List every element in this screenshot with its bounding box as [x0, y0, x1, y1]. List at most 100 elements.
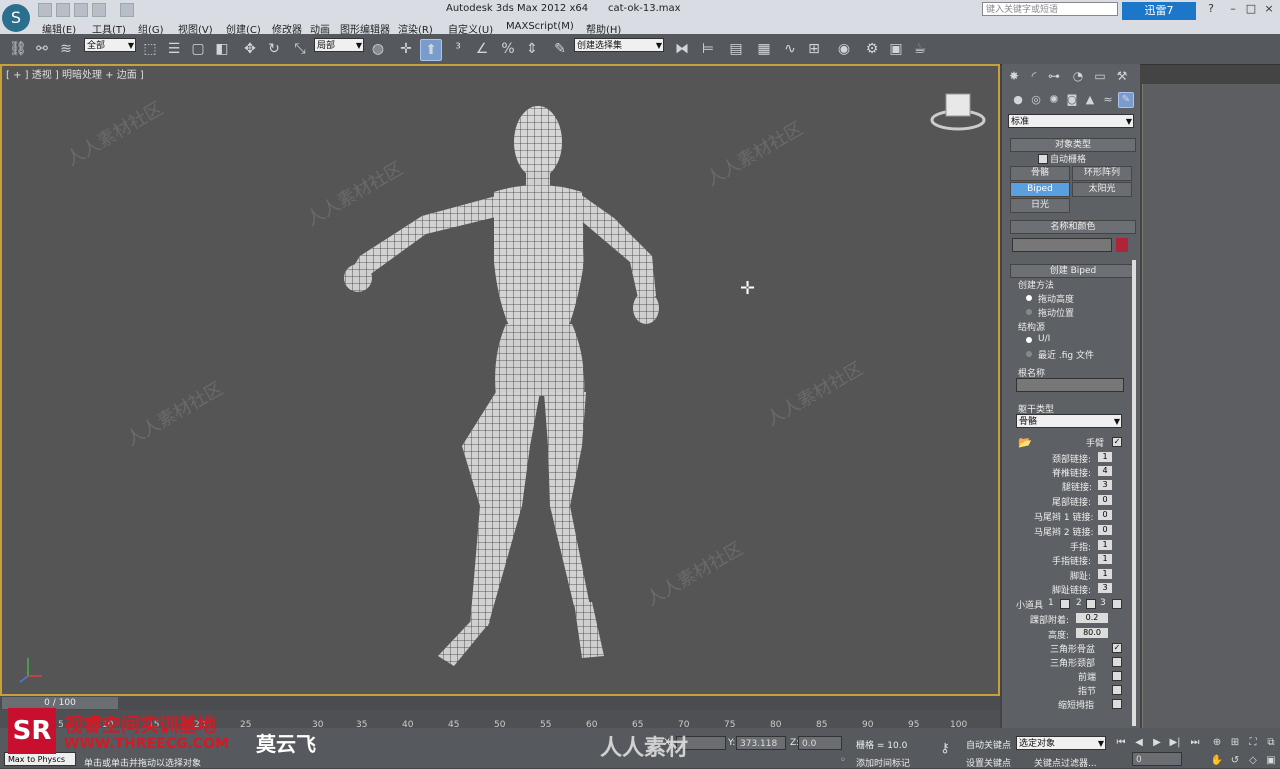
keyboard-shortcut-override-icon[interactable]: ⬆: [420, 39, 442, 61]
object-name-input[interactable]: [1012, 238, 1112, 252]
fov-icon[interactable]: ◇: [1246, 754, 1260, 768]
open-file-icon[interactable]: [56, 3, 70, 17]
maxscript-listener[interactable]: Max to Physcs: [4, 752, 76, 766]
prop2-checkbox[interactable]: [1086, 599, 1096, 609]
param-neck-links-spinner[interactable]: 1: [1098, 452, 1112, 462]
zoom-extents-all-icon[interactable]: ⧉: [1264, 736, 1278, 750]
bind-space-warp-icon[interactable]: ≋: [56, 39, 76, 59]
object-color-swatch[interactable]: [1116, 238, 1128, 252]
hierarchy-tab-icon[interactable]: ⊶: [1044, 66, 1064, 86]
helpers-icon[interactable]: ▲: [1080, 90, 1100, 110]
save-file-icon[interactable]: [74, 3, 88, 17]
select-by-name-icon[interactable]: ☰: [164, 39, 184, 59]
mirror-icon[interactable]: ⧓: [672, 39, 692, 59]
spinner-snap-icon[interactable]: ⇕: [522, 39, 542, 59]
biped-button[interactable]: Biped: [1010, 182, 1070, 197]
manipulate-icon[interactable]: ✛: [396, 39, 416, 59]
param-finger-links-spinner[interactable]: 1: [1098, 554, 1112, 564]
named-selection-dropdown[interactable]: 创建选择集 ▼: [574, 38, 664, 52]
play-icon[interactable]: ▶: [1150, 736, 1164, 750]
maximize-icon[interactable]: □: [1244, 2, 1258, 16]
angle-snap-icon[interactable]: ∠: [472, 39, 492, 59]
material-editor-icon[interactable]: ◉: [834, 39, 854, 59]
menu-maxscript[interactable]: MAXScript(M): [506, 21, 574, 32]
snaps-toggle-icon[interactable]: ³: [448, 39, 468, 59]
param-toe-links-spinner[interactable]: 3: [1098, 583, 1112, 593]
undo-icon[interactable]: [92, 3, 106, 17]
rectangular-selection-icon[interactable]: ▢: [188, 39, 208, 59]
select-and-scale-icon[interactable]: ⤡: [290, 39, 310, 59]
z-coord-field[interactable]: 0.0: [798, 736, 842, 750]
align-icon[interactable]: ⊨: [698, 39, 718, 59]
create-biped-rollout-header[interactable]: 创建 Biped: [1010, 264, 1136, 278]
app-logo-icon[interactable]: S: [2, 4, 30, 32]
param-arms-checkbox[interactable]: ✓: [1112, 437, 1122, 447]
render-setup-icon[interactable]: ⚙: [862, 39, 882, 59]
goto-end-icon[interactable]: ⏭: [1188, 736, 1202, 750]
schematic-view-icon[interactable]: ⊞: [804, 39, 824, 59]
orbit-icon[interactable]: ↺: [1228, 754, 1242, 768]
fig-file-icon[interactable]: 📂: [1018, 436, 1032, 449]
key-icon[interactable]: ⚷: [938, 742, 952, 756]
y-coord-field[interactable]: 373.118: [736, 736, 786, 750]
key-filters-button[interactable]: 关键点过滤器...: [1034, 756, 1097, 769]
maximize-viewport-icon[interactable]: ▣: [1264, 754, 1278, 768]
goto-start-icon[interactable]: ⏮: [1114, 736, 1128, 750]
viewcube-icon[interactable]: [930, 88, 986, 134]
percent-snap-icon[interactable]: %: [498, 39, 518, 59]
autogrid-checkbox[interactable]: [1038, 154, 1048, 164]
graphite-ribbon-icon[interactable]: ▦: [754, 39, 774, 59]
param-leg-links-spinner[interactable]: 3: [1098, 480, 1112, 490]
motion-tab-icon[interactable]: ◔: [1068, 66, 1088, 86]
set-key-button[interactable]: 设置关键点: [966, 756, 1011, 769]
geometry-icon[interactable]: ●: [1008, 90, 1028, 110]
systems-icon[interactable]: ✎: [1118, 92, 1134, 108]
height-spinner[interactable]: 80.0: [1076, 628, 1108, 638]
drag-position-radio[interactable]: [1026, 309, 1032, 315]
zoom-all-icon[interactable]: ⊞: [1228, 736, 1242, 750]
category-dropdown[interactable]: 标准 ▼: [1008, 114, 1134, 128]
redo-icon[interactable]: [120, 3, 134, 17]
time-slider-track[interactable]: [0, 696, 1000, 710]
short-thumb-checkbox[interactable]: [1112, 699, 1122, 709]
object-type-rollout-header[interactable]: 对象类型: [1010, 138, 1136, 152]
param-fingers-spinner[interactable]: 1: [1098, 540, 1112, 550]
new-file-icon[interactable]: [38, 3, 52, 17]
select-and-rotate-icon[interactable]: ↻: [264, 39, 284, 59]
ankle-attach-spinner[interactable]: 0.2: [1076, 613, 1108, 623]
forearm-checkbox[interactable]: [1112, 671, 1122, 681]
triangle-neck-checkbox[interactable]: [1112, 657, 1122, 667]
select-and-link-icon[interactable]: ⛓: [8, 39, 28, 59]
utilities-tab-icon[interactable]: ⚒: [1112, 66, 1132, 86]
prop3-checkbox[interactable]: [1112, 599, 1122, 609]
body-type-dropdown[interactable]: 骨骼 ▼: [1016, 414, 1122, 428]
knuckles-checkbox[interactable]: [1112, 685, 1122, 695]
triangle-pelvis-checkbox[interactable]: ✓: [1112, 643, 1122, 653]
add-time-tag-button[interactable]: 添加时间标记: [856, 756, 910, 769]
recent-fig-radio[interactable]: [1026, 351, 1032, 357]
viewport-label[interactable]: [ + ] 透视 ] 明暗处理 + 边面 ]: [6, 66, 144, 81]
selection-filter-dropdown[interactable]: 全部 ▼: [84, 38, 136, 52]
param-tail-links-spinner[interactable]: 0: [1098, 495, 1112, 505]
display-tab-icon[interactable]: ▭: [1090, 66, 1110, 86]
window-crossing-icon[interactable]: ◧: [212, 39, 232, 59]
edit-named-selection-icon[interactable]: ✎: [550, 39, 570, 59]
modify-tab-icon[interactable]: ◜: [1024, 66, 1044, 86]
curve-editor-icon[interactable]: ∿: [780, 39, 800, 59]
search-input[interactable]: 键入关键字或短语: [982, 2, 1118, 16]
xunlei-button[interactable]: 迅雷7: [1122, 2, 1196, 20]
zoom-extents-icon[interactable]: ⛶: [1246, 736, 1260, 750]
param-toes-spinner[interactable]: 1: [1098, 569, 1112, 579]
reference-coord-dropdown[interactable]: 局部 ▼: [314, 38, 364, 52]
ui-radio[interactable]: [1026, 337, 1032, 343]
sunlight-button[interactable]: 太阳光: [1072, 182, 1132, 197]
auto-key-button[interactable]: 自动关键点: [966, 738, 1011, 751]
select-and-move-icon[interactable]: ✥: [240, 39, 260, 59]
cameras-icon[interactable]: ◙: [1062, 90, 1082, 110]
help-icon[interactable]: ?: [1204, 2, 1218, 16]
param-ponytail1-spinner[interactable]: 0: [1098, 510, 1112, 520]
prop1-checkbox[interactable]: [1060, 599, 1070, 609]
time-tag-icon[interactable]: ◦: [836, 754, 850, 768]
drag-height-radio[interactable]: [1026, 295, 1032, 301]
unlink-icon[interactable]: ⚯: [32, 39, 52, 59]
